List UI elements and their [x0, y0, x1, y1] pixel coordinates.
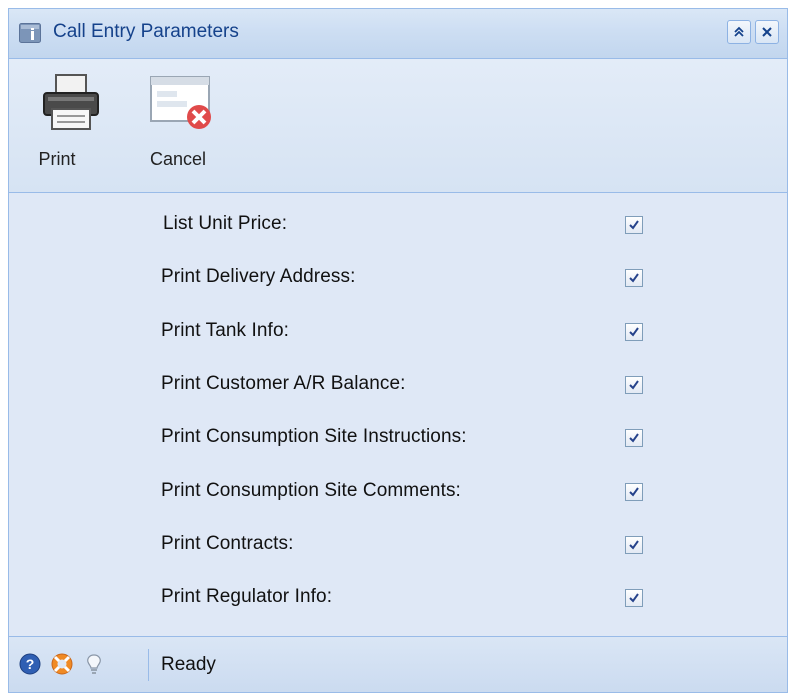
- checkmark-icon: [629, 327, 639, 337]
- checkmark-icon: [629, 273, 639, 283]
- svg-text:?: ?: [26, 656, 35, 672]
- toolbar: Print Cancel: [9, 59, 787, 193]
- option-row-print-tank-info: Print Tank Info:: [9, 314, 787, 354]
- printer-icon: [40, 73, 102, 135]
- option-row-print-contracts: Print Contracts:: [9, 527, 787, 567]
- print-label: Print: [38, 149, 76, 169]
- close-button[interactable]: [755, 20, 779, 44]
- double-chevron-up-icon: [734, 26, 744, 37]
- support-icon[interactable]: [51, 653, 73, 675]
- status-bar: ? Ready: [9, 636, 787, 692]
- option-row-list-unit-price: List Unit Price:: [9, 207, 787, 247]
- checkmark-icon: [629, 487, 639, 497]
- option-row-print-customer-ar-balance: Print Customer A/R Balance:: [9, 367, 787, 407]
- option-row-print-regulator-info: Print Regulator Info:: [9, 580, 787, 620]
- option-label: Print Tank Info:: [161, 320, 289, 341]
- print-regulator-info-checkbox[interactable]: [625, 589, 643, 607]
- checkmark-icon: [629, 433, 639, 443]
- cancel-button[interactable]: Cancel: [139, 59, 229, 193]
- list-unit-price-checkbox[interactable]: [625, 216, 643, 234]
- help-icon[interactable]: ?: [19, 653, 41, 675]
- checkmark-icon: [629, 593, 639, 603]
- print-tank-info-checkbox[interactable]: [625, 323, 643, 341]
- option-row-print-delivery-address: Print Delivery Address:: [9, 260, 787, 300]
- print-contracts-checkbox[interactable]: [625, 536, 643, 554]
- option-label: Print Consumption Site Comments:: [161, 480, 461, 501]
- print-customer-ar-balance-checkbox[interactable]: [625, 376, 643, 394]
- close-icon: [762, 27, 772, 37]
- checkmark-icon: [629, 220, 639, 230]
- option-row-print-consumption-site-instructions: Print Consumption Site Instructions:: [9, 420, 787, 460]
- option-row-print-consumption-site-comments: Print Consumption Site Comments:: [9, 474, 787, 514]
- print-button[interactable]: Print: [25, 59, 115, 193]
- option-label: Print Delivery Address:: [161, 266, 356, 287]
- option-label: List Unit Price:: [163, 213, 288, 234]
- lightbulb-icon[interactable]: [83, 653, 105, 675]
- option-label: Print Consumption Site Instructions:: [161, 426, 467, 447]
- status-separator: [148, 649, 149, 681]
- title-bar: Call Entry Parameters: [9, 9, 787, 59]
- cancel-window-icon: [149, 73, 211, 135]
- option-label: Print Customer A/R Balance:: [161, 373, 406, 394]
- checkmark-icon: [629, 540, 639, 550]
- cancel-label: Cancel: [149, 149, 207, 169]
- parameters-form: List Unit Price: Print Delivery Address:…: [9, 193, 787, 638]
- print-consumption-site-comments-checkbox[interactable]: [625, 483, 643, 501]
- status-text: Ready: [161, 654, 216, 675]
- option-label: Print Regulator Info:: [161, 586, 333, 607]
- option-label: Print Contracts:: [161, 533, 294, 554]
- print-consumption-site-instructions-checkbox[interactable]: [625, 429, 643, 447]
- checkmark-icon: [629, 380, 639, 390]
- print-delivery-address-checkbox[interactable]: [625, 269, 643, 287]
- window-info-icon: [19, 23, 41, 43]
- window-title: Call Entry Parameters: [53, 21, 239, 42]
- call-entry-parameters-window: Call Entry Parameters Print Cancel List …: [8, 8, 788, 693]
- collapse-button[interactable]: [727, 20, 751, 44]
